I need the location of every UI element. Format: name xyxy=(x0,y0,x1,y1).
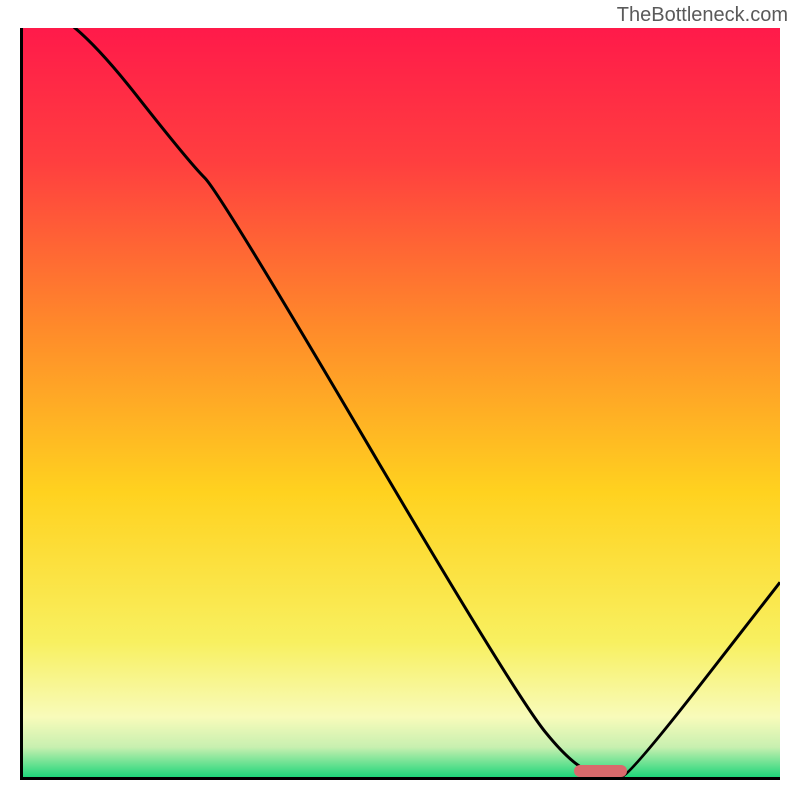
chart-curve xyxy=(23,28,780,777)
watermark-text: TheBottleneck.com xyxy=(617,4,788,27)
chart-plot-area xyxy=(20,28,780,780)
optimal-marker xyxy=(574,765,627,777)
